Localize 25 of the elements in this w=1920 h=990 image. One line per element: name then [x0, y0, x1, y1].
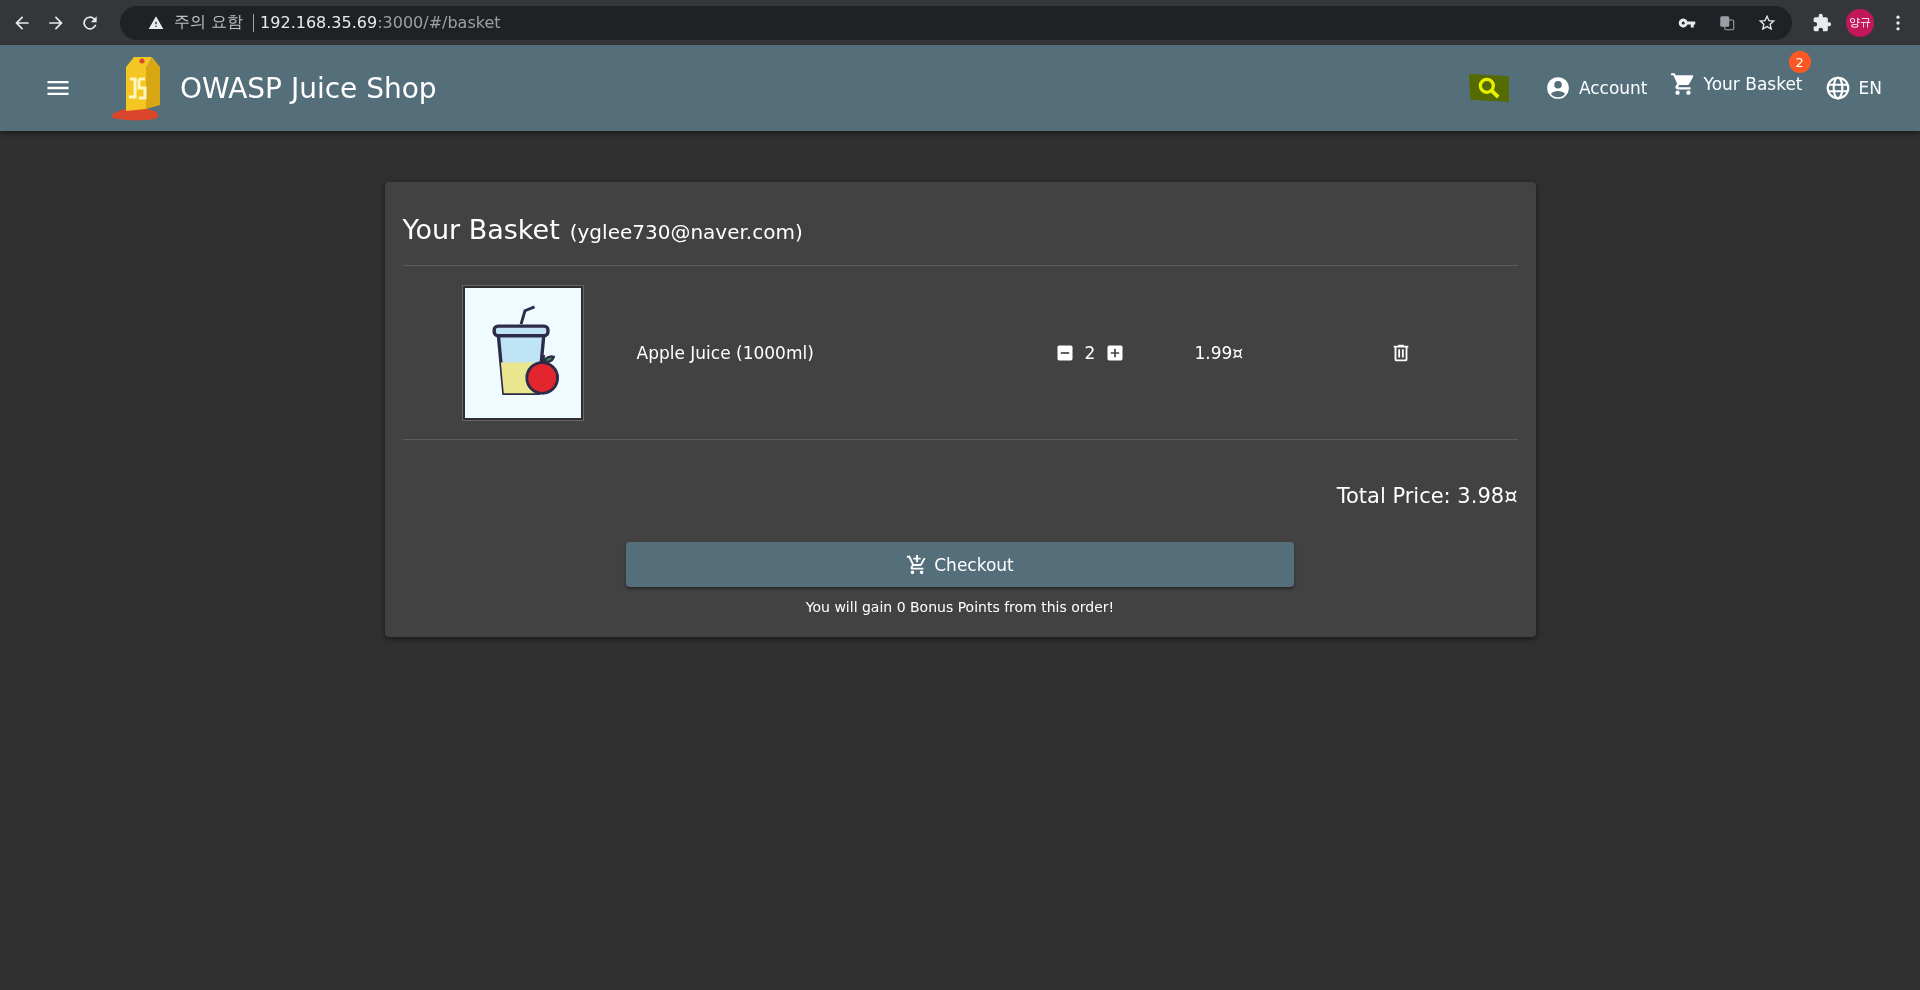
puzzle-icon[interactable] [1812, 12, 1832, 33]
star-icon[interactable] [1758, 13, 1776, 32]
user-email: (yglee730@naver.com) [569, 220, 803, 244]
url-path: :3000/#/basket [377, 13, 501, 32]
account-button[interactable]: Account [1536, 69, 1656, 107]
quantity-value: 2 [1084, 342, 1096, 363]
url-host: 192.168.35.69 [260, 13, 378, 32]
cart-icon [1669, 71, 1696, 97]
app-title[interactable]: OWASP Juice Shop [180, 71, 437, 105]
warning-icon [148, 14, 164, 31]
basket-button[interactable]: Your Basket 2 [1661, 49, 1811, 119]
checkout-button[interactable]: Checkout [626, 542, 1294, 587]
search-button[interactable] [1468, 74, 1509, 102]
bonus-points-note: You will gain 0 Bonus Points from this order! [805, 599, 1115, 615]
basket-count-badge: 2 [1788, 51, 1811, 73]
profile-avatar[interactable]: 양규 [1846, 8, 1874, 37]
address-bar[interactable]: 주의 요함 192.168.35.69:3000/#/basket [120, 5, 1792, 40]
globe-icon [1824, 75, 1851, 101]
account-icon [1544, 75, 1571, 101]
product-name: Apple Juice (1000ml) [636, 342, 815, 363]
basket-title: Your Basket [402, 214, 560, 245]
security-label: 주의 요함 [174, 12, 244, 33]
product-price: 1.99¤ [1194, 342, 1245, 363]
total-price: Total Price: 3.98¤ [1335, 483, 1518, 508]
language-button[interactable]: EN [1816, 69, 1890, 107]
